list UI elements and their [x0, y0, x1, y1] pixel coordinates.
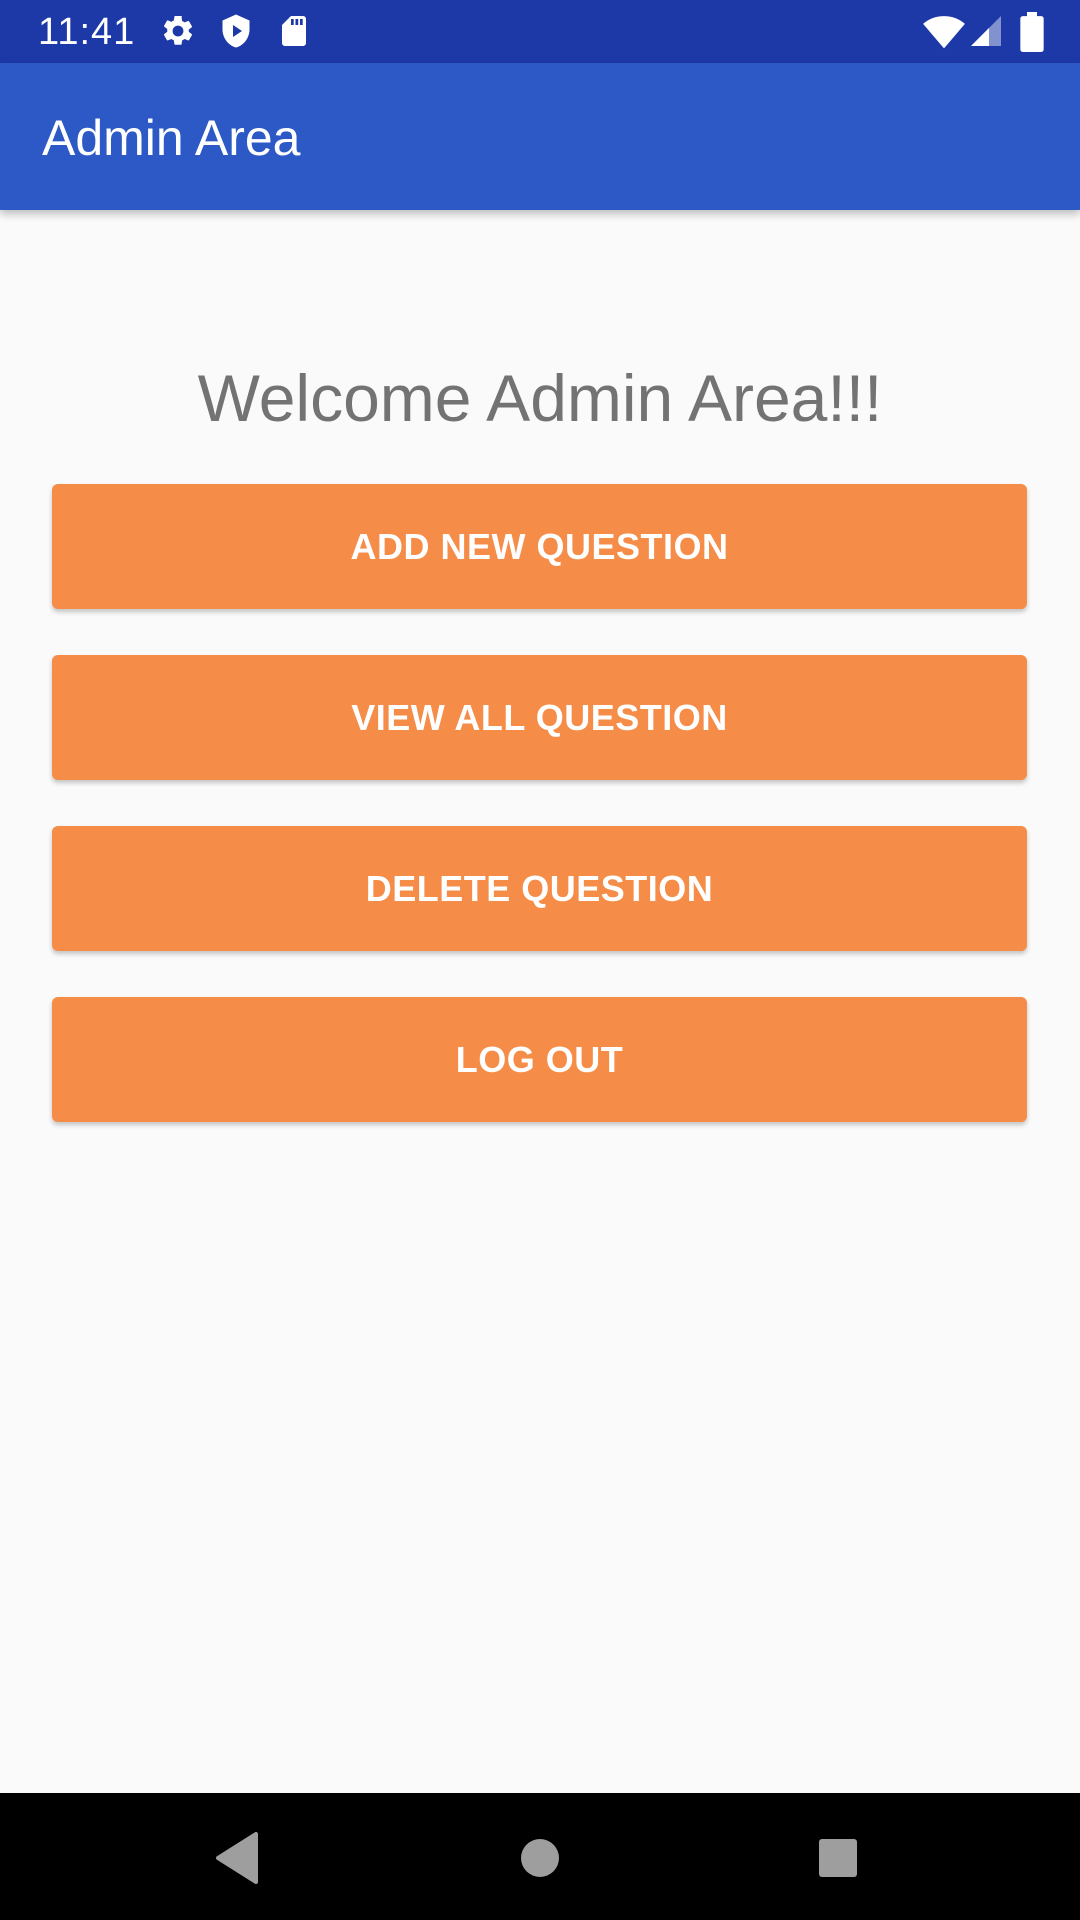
back-icon[interactable]: [204, 1823, 274, 1893]
gear-icon: [163, 15, 193, 45]
welcome-heading: Welcome Admin Area!!!: [197, 361, 883, 435]
add-new-question-button[interactable]: ADD NEW QUESTION: [52, 484, 1027, 609]
wifi-icon: [923, 16, 965, 49]
delete-question-button[interactable]: DELETE QUESTION: [52, 826, 1027, 951]
app-bar: Admin Area: [0, 63, 1080, 210]
battery-icon: [1020, 12, 1044, 52]
shield-icon: [222, 14, 250, 48]
app-title: Admin Area: [42, 110, 301, 166]
system-nav-bar: [0, 1793, 1080, 1920]
status-time: 11:41: [38, 11, 136, 53]
sd-card-icon: [282, 16, 306, 46]
log-out-button[interactable]: LOG OUT: [52, 997, 1027, 1122]
cell-signal-icon: [971, 16, 1001, 46]
recents-icon[interactable]: [803, 1823, 873, 1893]
status-bar: 11:41: [0, 0, 1080, 63]
main-content: Welcome Admin Area!!! ADD NEW QUESTION V…: [0, 210, 1080, 1793]
view-all-question-button[interactable]: VIEW ALL QUESTION: [52, 655, 1027, 780]
home-icon[interactable]: [505, 1823, 575, 1893]
